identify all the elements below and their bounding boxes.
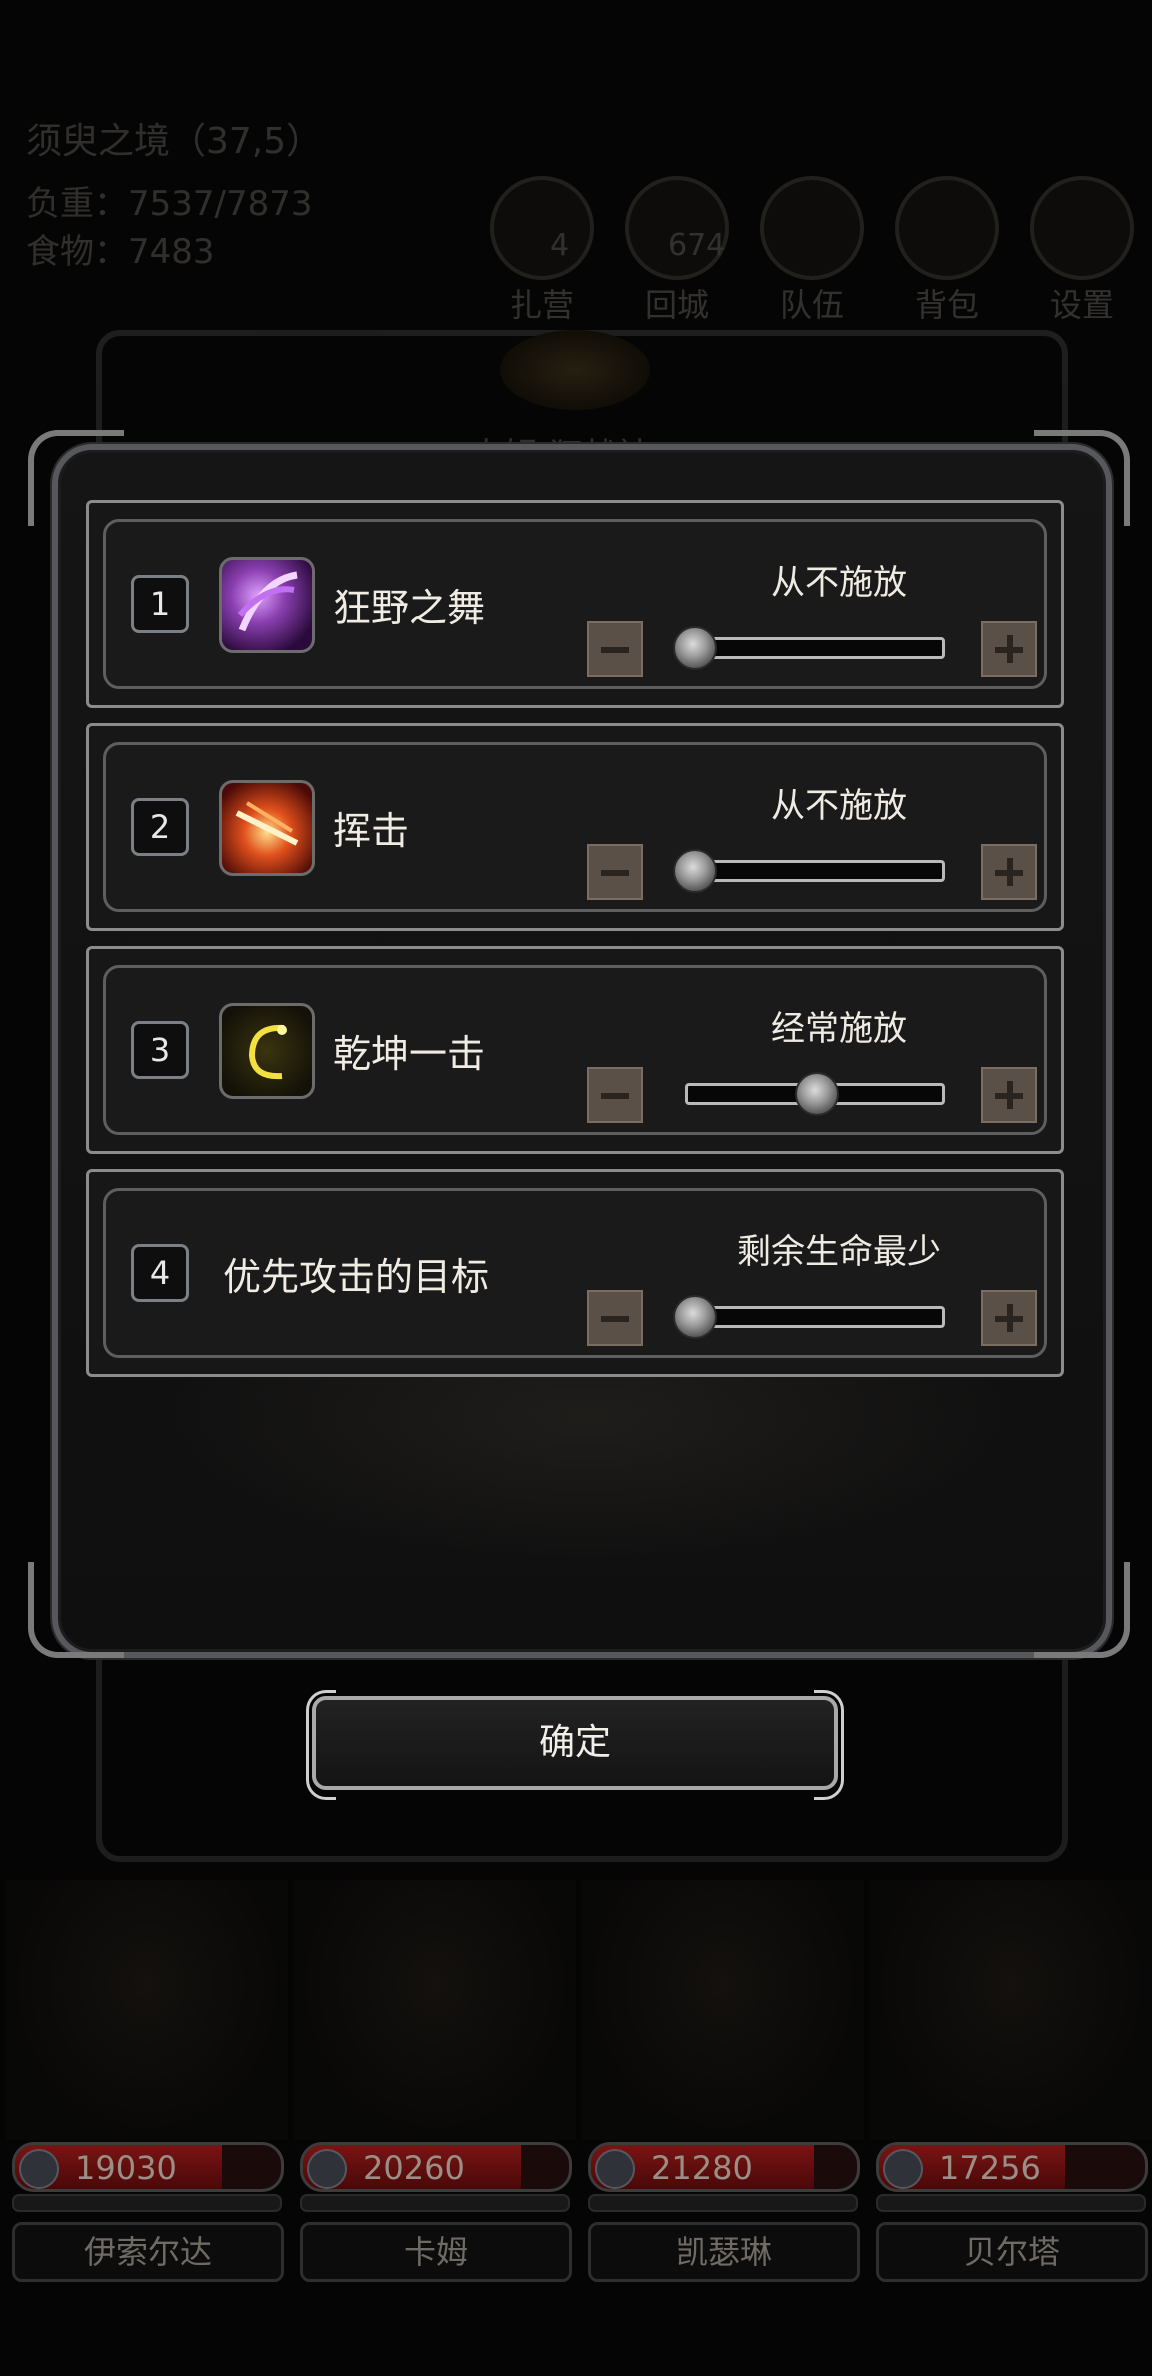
target-slider[interactable] <box>673 1295 945 1339</box>
hero-card[interactable]: 21280 凯瑟琳 <box>582 1880 864 2300</box>
mp-bar <box>588 2194 858 2212</box>
increase-button[interactable] <box>981 621 1037 677</box>
increase-button[interactable] <box>981 844 1037 900</box>
hp-orb-icon <box>307 2149 347 2189</box>
mp-bar <box>12 2194 282 2212</box>
slider-knob[interactable] <box>795 1072 839 1116</box>
return-count: 674 <box>668 228 726 263</box>
hp-bar: 20260 <box>300 2142 572 2192</box>
skill-row-3: 3 乾坤一击 经常施放 <box>86 946 1064 1154</box>
slider-knob[interactable] <box>673 626 718 670</box>
hero-card[interactable]: 19030 伊索尔达 <box>6 1880 288 2300</box>
camp-button[interactable]: 扎营 <box>482 176 602 326</box>
mp-bar <box>876 2194 1146 2212</box>
mp-bar <box>300 2194 570 2212</box>
frequency-slider[interactable] <box>673 849 945 893</box>
hero-portrait <box>294 1880 576 2140</box>
slider-knob[interactable] <box>673 849 718 893</box>
hero-name: 凯瑟琳 <box>588 2222 860 2282</box>
load-label: 负重：7537/7873 <box>26 184 313 224</box>
target-mode-label: 剩余生命最少 <box>737 1232 941 1272</box>
skill-row-1: 1 狂野之舞 从不施放 <box>86 500 1064 708</box>
hp-orb-icon <box>19 2149 59 2189</box>
skill-name: 挥击 <box>333 809 410 853</box>
bag-button[interactable]: 背包 <box>887 176 1007 326</box>
skill-number: 2 <box>131 798 189 856</box>
top-button-bar: 扎营 回城 队伍 背包 设置 <box>482 176 1142 324</box>
frequency-slider[interactable] <box>673 626 945 670</box>
hero-portrait <box>870 1880 1152 2140</box>
hero-name: 卡姆 <box>300 2222 572 2282</box>
dialog-corner-ornament <box>1034 1562 1130 1658</box>
slider-knob[interactable] <box>673 1295 718 1339</box>
camp-icon <box>490 176 594 280</box>
frequency-slider[interactable] <box>685 1072 945 1116</box>
increase-button[interactable] <box>981 1067 1037 1123</box>
target-priority-label: 优先攻击的目标 <box>223 1255 490 1299</box>
hero-portrait <box>582 1880 864 2140</box>
team-icon <box>760 176 864 280</box>
cosmic-strike-icon <box>219 1003 315 1099</box>
skill-row-2: 2 挥击 从不施放 <box>86 723 1064 931</box>
hero-card[interactable]: 17256 贝尔塔 <box>870 1880 1152 2300</box>
food-label: 食物：7483 <box>26 232 215 272</box>
hp-bar: 19030 <box>12 2142 284 2192</box>
cast-frequency-label: 经常施放 <box>771 1009 907 1049</box>
skill-name: 狂野之舞 <box>333 586 486 630</box>
cast-frequency-label: 从不施放 <box>771 563 907 603</box>
emblem-icon <box>500 330 650 410</box>
hero-portrait <box>6 1880 288 2140</box>
decrease-button[interactable] <box>587 1067 643 1123</box>
decrease-button[interactable] <box>587 621 643 677</box>
hp-orb-icon <box>595 2149 635 2189</box>
team-button[interactable]: 队伍 <box>752 176 872 326</box>
skill-name: 乾坤一击 <box>333 1032 486 1076</box>
target-priority-row: 4 优先攻击的目标 剩余生命最少 <box>86 1169 1064 1377</box>
swing-strike-icon <box>219 780 315 876</box>
hp-bar: 17256 <box>876 2142 1148 2192</box>
increase-button[interactable] <box>981 1290 1037 1346</box>
decrease-button[interactable] <box>587 1290 643 1346</box>
skill-number: 1 <box>131 575 189 633</box>
settings-button[interactable]: 设置 <box>1022 176 1142 326</box>
hero-name: 伊索尔达 <box>12 2222 284 2282</box>
wild-dance-icon <box>219 557 315 653</box>
cast-frequency-label: 从不施放 <box>771 786 907 826</box>
confirm-button[interactable]: 确定 <box>306 1690 844 1800</box>
decrease-button[interactable] <box>587 844 643 900</box>
skill-number: 3 <box>131 1021 189 1079</box>
hero-bar: 19030 伊索尔达 20260 卡姆 21280 凯瑟琳 17256 贝尔塔 <box>0 1880 1152 2320</box>
hp-orb-icon <box>883 2149 923 2189</box>
hp-bar: 21280 <box>588 2142 860 2192</box>
settings-icon <box>1030 176 1134 280</box>
location-label: 须臾之境（37,5） <box>26 121 323 162</box>
bag-icon <box>895 176 999 280</box>
skill-number: 4 <box>131 1244 189 1302</box>
camp-count: 4 <box>550 228 570 263</box>
hero-name: 贝尔塔 <box>876 2222 1148 2282</box>
hero-card[interactable]: 20260 卡姆 <box>294 1880 576 2300</box>
dialog-corner-ornament <box>28 1562 124 1658</box>
